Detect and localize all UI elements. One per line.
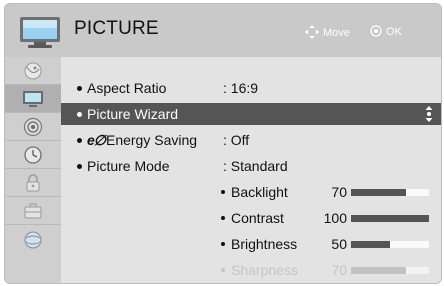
backlight-label: Backlight xyxy=(231,184,288,200)
options-suitcase-icon xyxy=(24,203,42,218)
bullet xyxy=(221,216,225,220)
sidebar-item-option[interactable] xyxy=(5,197,61,225)
ok-hint-label: OK xyxy=(386,26,402,38)
eco-mark-icon: e∅ xyxy=(87,132,106,148)
energy-saving-text: Energy Saving xyxy=(105,132,198,148)
bullet xyxy=(221,268,225,272)
brightness-row[interactable]: Brightness 50 xyxy=(61,233,441,255)
picture-mode-row[interactable]: Picture Mode : Standard xyxy=(61,155,441,177)
picture-wizard-label: Picture Wizard xyxy=(87,106,179,122)
sidebar-item-lock[interactable] xyxy=(5,169,61,197)
contrast-value: 100 xyxy=(323,210,347,226)
energy-saving-label: e∅Energy Saving xyxy=(87,129,197,151)
move-hint: Move xyxy=(305,25,350,39)
backlight-value: 70 xyxy=(331,184,347,200)
picture-mode-label: Picture Mode xyxy=(87,158,170,174)
picture-wizard-row[interactable]: Picture Wizard xyxy=(61,103,441,125)
move-hint-label: Move xyxy=(323,27,350,39)
network-globe-icon xyxy=(24,231,42,248)
speaker-audio-icon xyxy=(23,117,43,136)
brightness-value: 50 xyxy=(331,236,347,252)
brightness-slider-fill xyxy=(351,241,390,248)
ok-circle-icon xyxy=(370,25,382,37)
bullet xyxy=(77,86,82,91)
bullet xyxy=(221,190,225,194)
sidebar-item-picture[interactable] xyxy=(5,85,61,113)
contrast-row[interactable]: Contrast 100 xyxy=(61,207,441,229)
backlight-row[interactable]: Backlight 70 xyxy=(61,181,441,203)
backlight-slider[interactable] xyxy=(351,189,429,196)
ok-hint: OK xyxy=(370,25,402,38)
energy-saving-value: : Off xyxy=(223,132,250,148)
satellite-dish-icon xyxy=(24,62,42,79)
backlight-slider-fill xyxy=(351,189,406,196)
energy-saving-row[interactable]: e∅Energy Saving : Off xyxy=(61,129,441,151)
aspect-ratio-label: Aspect Ratio xyxy=(87,80,167,96)
tv-picture-icon xyxy=(23,90,43,107)
sharpness-slider-fill xyxy=(351,267,406,274)
sharpness-row[interactable]: Sharpness 70 xyxy=(61,259,441,281)
aspect-ratio-value: : 16:9 xyxy=(223,80,259,96)
scroll-updown-icon xyxy=(425,106,433,122)
dpad-icon xyxy=(305,25,319,39)
bullet xyxy=(77,112,82,117)
bullet xyxy=(221,242,225,246)
contrast-slider-fill xyxy=(351,215,429,222)
picture-settings-list: Aspect Ratio : 16:9 Picture Wizard e∅Ene… xyxy=(61,57,441,283)
aspect-ratio-row[interactable]: Aspect Ratio : 16:9 xyxy=(61,77,441,99)
picture-menu-window: PICTURE Move OK Aspect Ratio: 16:9 Pict… xyxy=(4,3,442,284)
sidebar-item-time[interactable] xyxy=(5,141,61,169)
menu-header: PICTURE Move OK xyxy=(5,4,441,57)
clock-time-icon xyxy=(24,145,42,164)
category-sidebar xyxy=(5,57,61,283)
sidebar-item-channel[interactable] xyxy=(5,57,61,85)
lock-icon xyxy=(26,173,40,191)
bullet xyxy=(77,164,82,169)
brightness-slider[interactable] xyxy=(351,241,429,248)
page-title: PICTURE xyxy=(74,18,159,39)
contrast-slider[interactable] xyxy=(351,215,429,222)
sharpness-slider[interactable] xyxy=(351,267,429,274)
sharpness-value: 70 xyxy=(331,262,347,278)
tv-icon xyxy=(20,17,60,48)
sharpness-label: Sharpness xyxy=(231,262,298,278)
bullet xyxy=(77,138,82,143)
contrast-label: Contrast xyxy=(231,210,284,226)
brightness-label: Brightness xyxy=(231,236,298,252)
picture-mode-value: : Standard xyxy=(223,158,288,174)
sidebar-item-network[interactable] xyxy=(5,225,61,252)
sidebar-item-audio[interactable] xyxy=(5,113,61,141)
